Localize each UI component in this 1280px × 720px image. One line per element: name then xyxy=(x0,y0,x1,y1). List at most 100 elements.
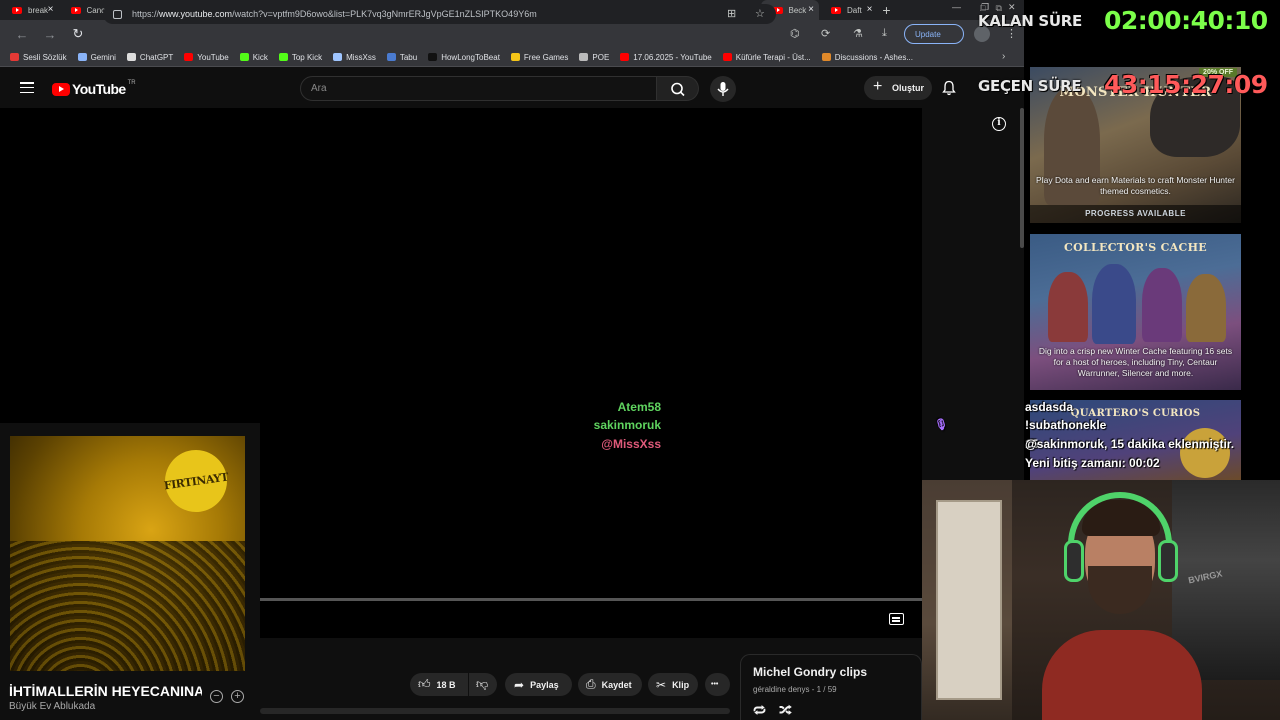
tab-favicon-icon xyxy=(831,6,841,14)
bookmark-item[interactable]: Tabu xyxy=(386,52,418,62)
close-tab-icon[interactable]: × xyxy=(867,4,873,16)
browser-tab[interactable]: break × xyxy=(0,0,59,20)
close-tab-icon[interactable]: × xyxy=(48,4,54,16)
address-bar[interactable]: https://www.youtube.com/watch?v=vptfm9D6… xyxy=(103,4,776,24)
bookmark-item[interactable]: POE xyxy=(579,53,609,62)
download-icon[interactable]: ⤓ xyxy=(882,27,887,40)
bookmark-favicon-icon xyxy=(620,53,630,61)
playlist-meta: géraldine denys - 1 / 59 xyxy=(753,685,837,694)
bookmark-label: Discussions - Ashes... xyxy=(834,52,913,62)
bookmark-label: YouTube xyxy=(197,52,229,62)
like-button[interactable]: 👍︎ 18 B xyxy=(410,673,468,696)
album-cover: FIRTINAYT xyxy=(10,436,245,671)
lab-icon[interactable]: ⚗ xyxy=(853,27,863,40)
bookmark-item[interactable]: Discussions - Ashes... xyxy=(821,52,913,62)
album-logo: FIRTINAYT xyxy=(160,445,232,517)
description-box[interactable] xyxy=(260,708,730,714)
song-title: İHTİMALLERİN HEYECANINA xyxy=(9,683,202,699)
minimize-icon[interactable]: — xyxy=(952,2,961,12)
bookmark-item[interactable]: Gemini xyxy=(77,53,116,62)
more-icon: ••• xyxy=(711,681,719,688)
country-code: TR xyxy=(127,80,136,86)
close-tab-icon[interactable]: × xyxy=(808,4,814,16)
bookmark-favicon-icon xyxy=(821,53,831,61)
bookmark-label: Sesli Sözlük xyxy=(23,52,67,62)
browser-tab[interactable]: Daft × xyxy=(819,0,878,20)
shuffle-icon[interactable]: 🔀︎ xyxy=(779,701,792,720)
bookmark-item[interactable]: HowLongToBeat xyxy=(428,53,500,62)
card-description: Play Dota and earn Materials to craft Mo… xyxy=(1036,175,1235,196)
logo-text: YouTube xyxy=(72,81,126,97)
menu-icon[interactable] xyxy=(20,82,34,94)
bookmark-favicon-icon xyxy=(333,53,343,61)
playlist-title: Michel Gondry clips xyxy=(753,665,868,679)
forward-icon[interactable]: → xyxy=(36,27,64,42)
new-tab-button[interactable]: + xyxy=(878,2,896,18)
subtitles-icon[interactable] xyxy=(889,613,904,625)
bookmarks-overflow-icon[interactable]: › xyxy=(1002,51,1005,62)
bookmark-item[interactable]: Sesli Sözlük xyxy=(10,53,67,62)
chat-text: @sakinmoruk, 15 dakika eklenmiştir. Yeni… xyxy=(1025,437,1235,470)
bookmark-favicon-icon xyxy=(722,53,732,61)
chat-username: Atem58 xyxy=(617,400,661,414)
bookmark-item[interactable]: YouTube xyxy=(184,52,229,62)
chat-overlay: Atem58 asdasda 🎙︎ sakinmoruk !subathonek… xyxy=(594,398,1280,480)
notifications-bell-icon[interactable] xyxy=(942,80,956,96)
bookmark-favicon-icon xyxy=(10,53,19,61)
bookmark-label: POE xyxy=(592,52,610,62)
minus-circle-icon[interactable]: − xyxy=(210,690,223,703)
back-icon[interactable]: ← xyxy=(8,27,36,42)
bookmark-item[interactable]: 17.06.2025 - YouTube xyxy=(620,53,712,62)
bookmark-favicon-icon xyxy=(239,53,249,61)
share-button[interactable]: ➦ Paylaş xyxy=(505,673,572,696)
loop-icon[interactable]: 🔁︎ xyxy=(753,701,766,720)
bookmark-favicon-icon xyxy=(184,53,194,61)
site-info-icon[interactable] xyxy=(113,9,122,19)
youtube-logo[interactable]: YouTube TR xyxy=(52,80,136,97)
search-input[interactable]: Ara xyxy=(300,76,657,101)
share-icon: ➦ xyxy=(514,677,525,692)
browser-toolbar: ← → ↻ xyxy=(0,20,1024,48)
bookmark-item[interactable]: ChatGPT xyxy=(126,52,174,62)
reload-icon[interactable]: ↻ xyxy=(64,26,92,42)
background-door xyxy=(936,500,1002,700)
bookmark-item[interactable]: Free Games xyxy=(510,52,569,62)
bookmark-item[interactable]: Top Kick xyxy=(278,52,323,62)
plus-icon: + xyxy=(873,78,883,95)
search-button[interactable] xyxy=(657,76,699,101)
more-actions-button[interactable]: ••• xyxy=(705,673,730,696)
extension-icon[interactable]: ⌬ xyxy=(790,27,800,40)
dislike-button[interactable]: 👎︎ xyxy=(469,673,497,696)
bookmark-label: Tabu xyxy=(399,52,418,62)
voice-search-button[interactable] xyxy=(710,76,736,102)
create-button[interactable]: + Oluştur xyxy=(864,76,932,100)
bookmark-item[interactable]: Küfürle Terapi - Üst... xyxy=(722,52,811,62)
plus-circle-icon[interactable]: + xyxy=(231,690,244,703)
bookmark-item[interactable]: Kick xyxy=(239,53,268,62)
update-button[interactable]: Update xyxy=(904,24,964,44)
playlist-panel[interactable]: Michel Gondry clips géraldine denys - 1 … xyxy=(740,654,922,720)
bookmark-label: Free Games xyxy=(523,52,569,62)
sync-icon[interactable]: ⟳ xyxy=(821,27,830,40)
bookmark-icon: ⎙ xyxy=(586,677,596,691)
info-icon[interactable]: i xyxy=(992,117,1006,131)
tab-favicon-icon xyxy=(70,6,81,14)
bookmark-label: ChatGPT xyxy=(139,52,174,62)
song-artist: Büyük Ev Ablukada xyxy=(9,701,96,712)
save-button[interactable]: ⎙ Kaydet xyxy=(578,673,642,696)
search-icon xyxy=(671,82,685,97)
bookmark-star-icon[interactable]: ☆ xyxy=(755,7,765,20)
youtube-play-icon xyxy=(52,82,70,96)
url-text: https://www.youtube.com/watch?v=vptfm9D6… xyxy=(132,9,537,19)
chat-text: asdasda xyxy=(1025,400,1074,414)
bookmark-label: Top Kick xyxy=(291,52,323,62)
chat-username: @MissXss xyxy=(601,437,661,451)
install-app-icon[interactable]: ⊞ xyxy=(727,7,736,20)
clip-button[interactable]: ✂ Klip xyxy=(648,673,698,696)
promo-card-collectors-cache: COLLECTOR'S CACHE Dig into a crisp new W… xyxy=(1030,234,1241,390)
bookmark-favicon-icon xyxy=(428,53,438,61)
thumbs-down-icon: 👎︎ xyxy=(476,677,489,691)
video-progress-bar[interactable] xyxy=(260,598,922,601)
bookmark-item[interactable]: MissXss xyxy=(333,53,376,62)
bookmark-label: Küfürle Terapi - Üst... xyxy=(735,52,811,62)
